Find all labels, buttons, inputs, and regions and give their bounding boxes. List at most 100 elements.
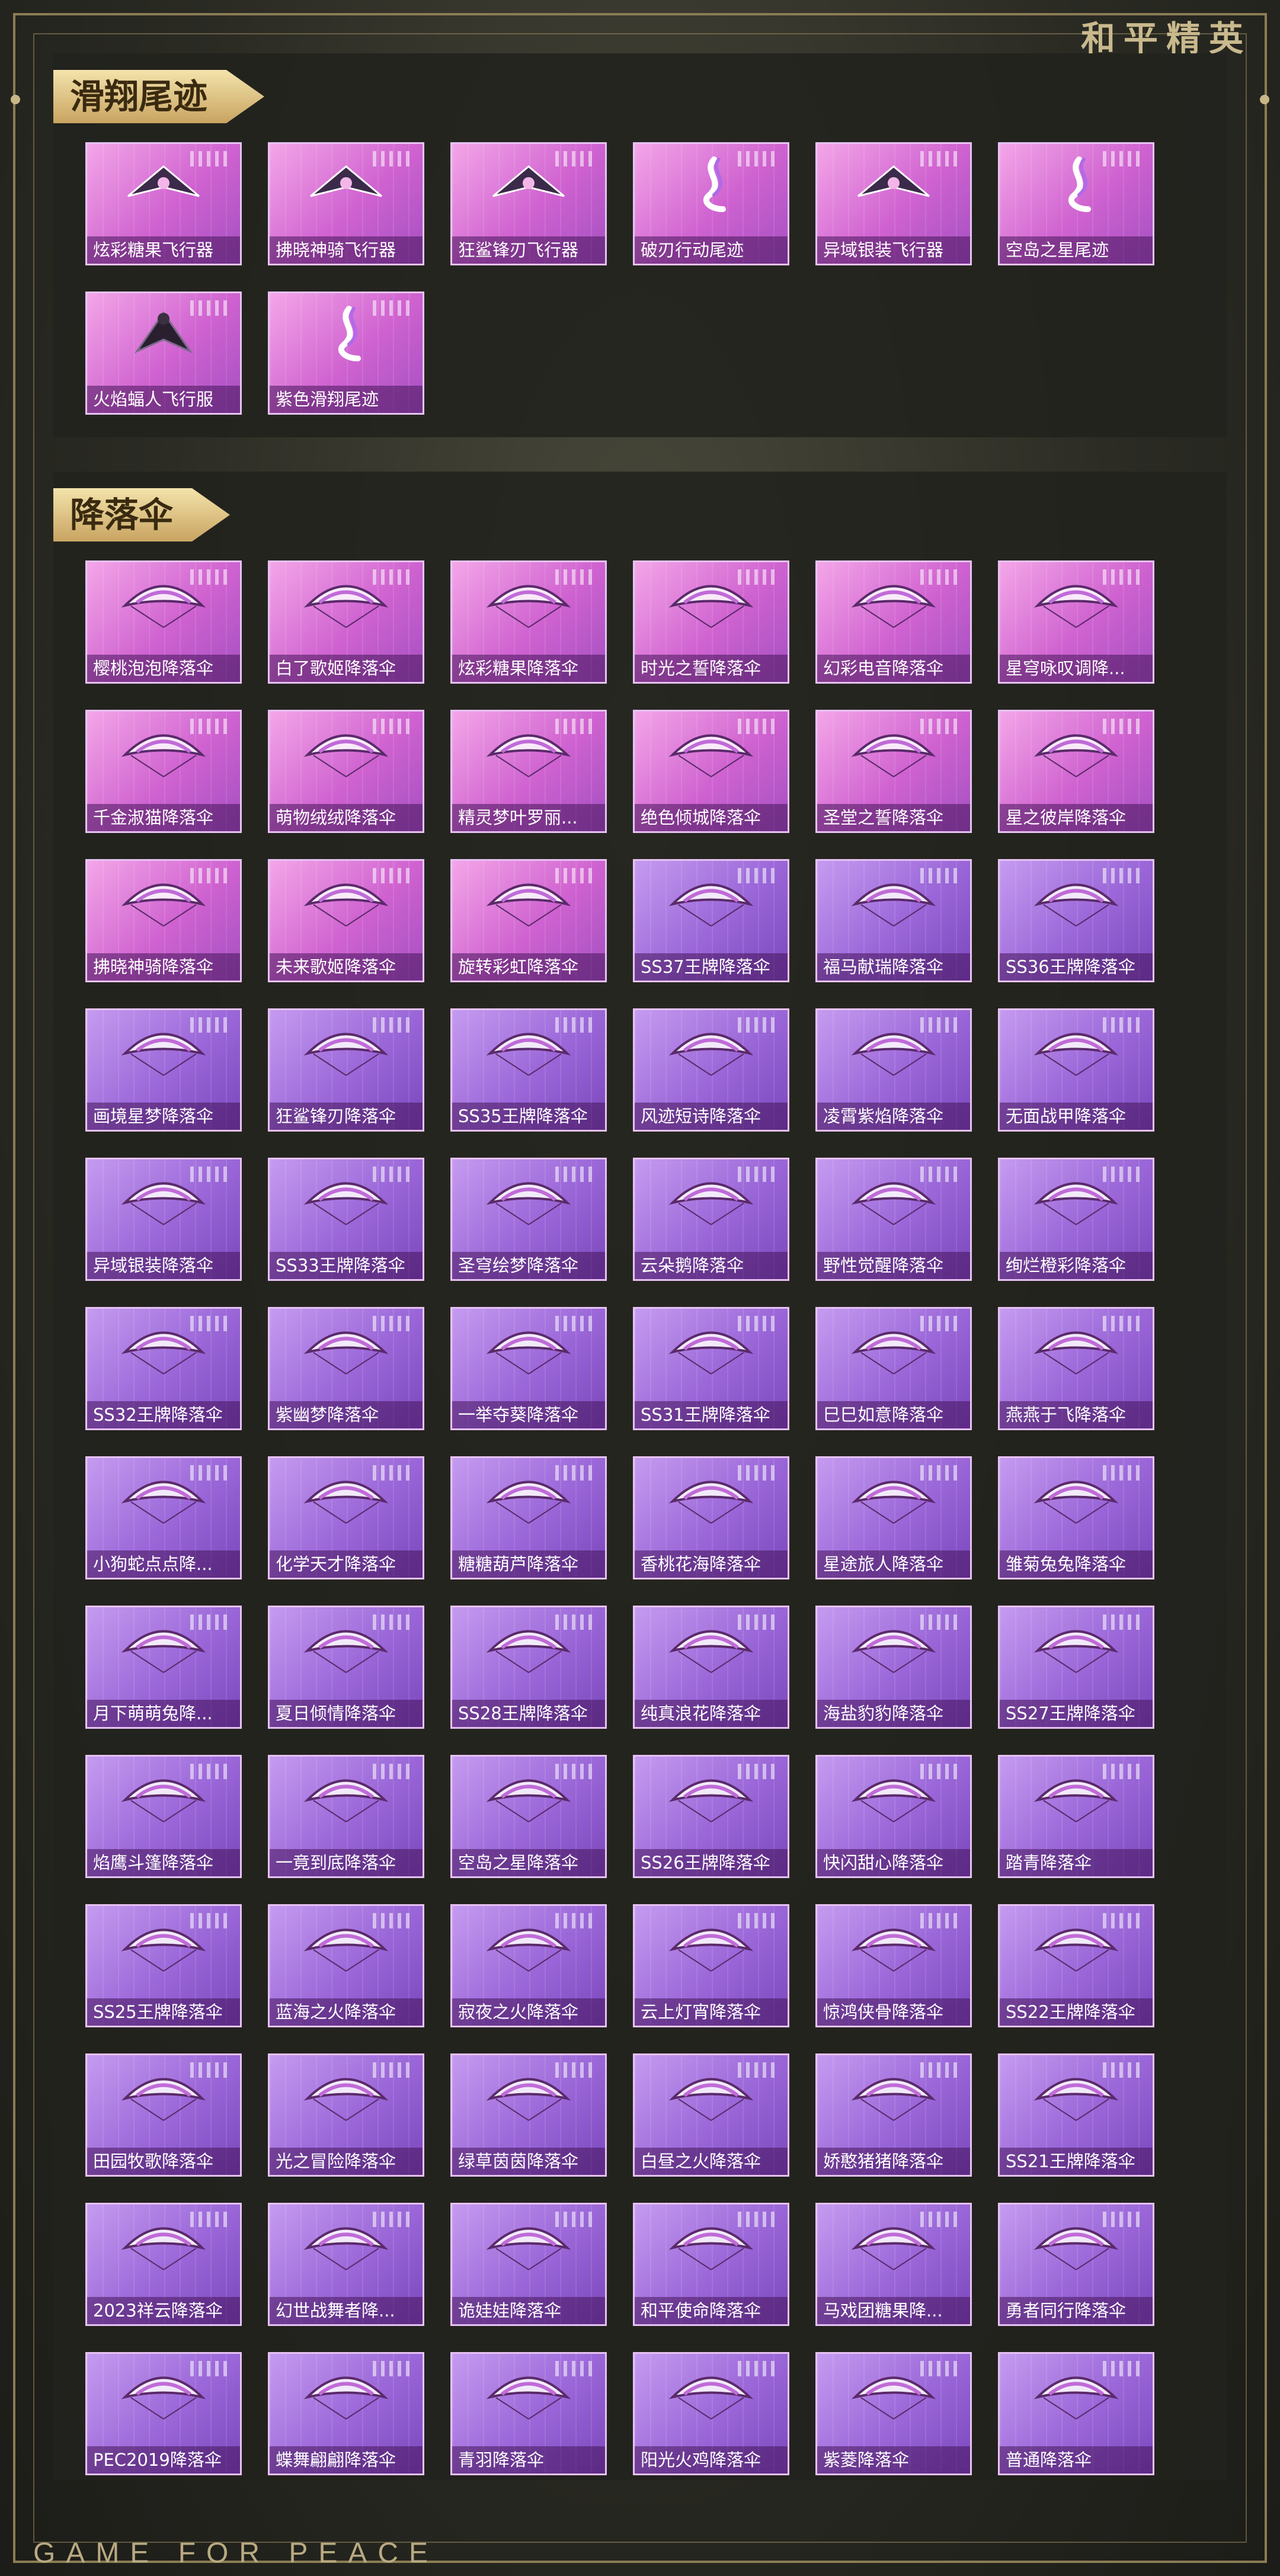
parachute-icon xyxy=(1032,722,1121,781)
item-card[interactable]: 紫菱降落伞 xyxy=(815,2352,972,2475)
parachute-icon xyxy=(302,1170,391,1229)
item-card[interactable]: 异域银装飞行器 xyxy=(815,142,972,265)
item-card[interactable]: 星途旅人降落伞 xyxy=(815,1456,972,1579)
item-card[interactable]: 马戏团糖果降... xyxy=(815,2203,972,2326)
item-card[interactable]: 香桃花海降落伞 xyxy=(633,1456,789,1579)
item-card[interactable]: 勇者同行降落伞 xyxy=(998,2203,1154,2326)
parachute-icon xyxy=(484,2066,573,2125)
parachute-icon xyxy=(119,1767,208,1827)
item-card[interactable]: 无面战甲降落伞 xyxy=(998,1008,1154,1132)
item-card[interactable]: 雏菊兔兔降落伞 xyxy=(998,1456,1154,1579)
item-card[interactable]: 普通降落伞 xyxy=(998,2352,1154,2475)
item-card[interactable]: SS22王牌降落伞 xyxy=(998,1904,1154,2027)
item-card[interactable]: 千金淑猫降落伞 xyxy=(85,710,242,833)
item-card[interactable]: 空岛之星降落伞 xyxy=(450,1755,607,1878)
item-card[interactable]: 异域银装降落伞 xyxy=(85,1158,242,1281)
item-card[interactable]: 快闪甜心降落伞 xyxy=(815,1755,972,1878)
item-card[interactable]: 狂鲨锋刃飞行器 xyxy=(450,142,607,265)
item-card[interactable]: 绿草茵茵降落伞 xyxy=(450,2053,607,2177)
item-card[interactable]: 绝色倾城降落伞 xyxy=(633,710,789,833)
item-name: 夏日倾情降落伞 xyxy=(270,1700,423,1727)
item-card[interactable]: 诡娃娃降落伞 xyxy=(450,2203,607,2326)
item-card[interactable]: 云朵鹅降落伞 xyxy=(633,1158,789,1281)
item-card[interactable]: 焰鹰斗篷降落伞 xyxy=(85,1755,242,1878)
item-card[interactable]: 糖糖葫芦降落伞 xyxy=(450,1456,607,1579)
item-card[interactable]: 精灵梦叶罗丽... xyxy=(450,710,607,833)
item-card[interactable]: 月下萌萌兔降... xyxy=(85,1606,242,1729)
item-card[interactable]: 拂晓神骑降落伞 xyxy=(85,859,242,982)
item-card[interactable]: 炫彩糖果降落伞 xyxy=(450,560,607,684)
item-card[interactable]: 野性觉醒降落伞 xyxy=(815,1158,972,1281)
item-card[interactable]: 凌霄紫焰降落伞 xyxy=(815,1008,972,1132)
item-card[interactable]: 星穹咏叹调降... xyxy=(998,560,1154,684)
item-card[interactable]: 樱桃泡泡降落伞 xyxy=(85,560,242,684)
item-card[interactable]: 燕燕于飞降落伞 xyxy=(998,1307,1154,1430)
parachute-icon xyxy=(849,722,938,781)
item-card[interactable]: 蝶舞翩翩降落伞 xyxy=(268,2352,424,2475)
item-card[interactable]: 一举夺葵降落伞 xyxy=(450,1307,607,1430)
item-card[interactable]: SS26王牌降落伞 xyxy=(633,1755,789,1878)
item-card[interactable]: SS25王牌降落伞 xyxy=(85,1904,242,2027)
item-card[interactable]: 拂晓神骑飞行器 xyxy=(268,142,424,265)
parachute-icon xyxy=(119,1618,208,1677)
item-card[interactable]: 幻世战舞者降... xyxy=(268,2203,424,2326)
item-card[interactable]: 紫色滑翔尾迹 xyxy=(268,291,424,415)
item-card[interactable]: 光之冒险降落伞 xyxy=(268,2053,424,2177)
parachute-icon xyxy=(302,2215,391,2274)
item-card[interactable]: SS32王牌降落伞 xyxy=(85,1307,242,1430)
item-card[interactable]: 星之彼岸降落伞 xyxy=(998,710,1154,833)
item-card[interactable]: 云上灯宵降落伞 xyxy=(633,1904,789,2027)
item-card[interactable]: SS27王牌降落伞 xyxy=(998,1606,1154,1729)
item-card[interactable]: SS35王牌降落伞 xyxy=(450,1008,607,1132)
item-card[interactable]: 圣堂之誓降落伞 xyxy=(815,710,972,833)
parachute-icon xyxy=(302,2066,391,2125)
item-card[interactable]: 时光之誓降落伞 xyxy=(633,560,789,684)
item-card[interactable]: SS37王牌降落伞 xyxy=(633,859,789,982)
item-card[interactable]: 化学天才降落伞 xyxy=(268,1456,424,1579)
item-card[interactable]: 阳光火鸡降落伞 xyxy=(633,2352,789,2475)
item-name: 小狗蛇点点降... xyxy=(87,1550,240,1578)
item-card[interactable]: 蓝海之火降落伞 xyxy=(268,1904,424,2027)
item-card[interactable]: 紫幽梦降落伞 xyxy=(268,1307,424,1430)
item-card[interactable]: 和平使命降落伞 xyxy=(633,2203,789,2326)
item-card[interactable]: SS31王牌降落伞 xyxy=(633,1307,789,1430)
item-card[interactable]: SS36王牌降落伞 xyxy=(998,859,1154,982)
item-card[interactable]: 小狗蛇点点降... xyxy=(85,1456,242,1579)
item-card[interactable]: 绚烂橙彩降落伞 xyxy=(998,1158,1154,1281)
item-card[interactable]: 萌物绒绒降落伞 xyxy=(268,710,424,833)
item-card[interactable]: SS21王牌降落伞 xyxy=(998,2053,1154,2177)
item-card[interactable]: 破刃行动尾迹 xyxy=(633,142,789,265)
item-card[interactable]: 圣穹绘梦降落伞 xyxy=(450,1158,607,1281)
item-card[interactable]: 夏日倾情降落伞 xyxy=(268,1606,424,1729)
item-name: 炫彩糖果降落伞 xyxy=(452,655,605,682)
item-card[interactable]: 田园牧歌降落伞 xyxy=(85,2053,242,2177)
item-card[interactable]: SS28王牌降落伞 xyxy=(450,1606,607,1729)
item-card[interactable]: 风迹短诗降落伞 xyxy=(633,1008,789,1132)
item-card[interactable]: 白了歌姬降落伞 xyxy=(268,560,424,684)
item-card[interactable]: 炫彩糖果飞行器 xyxy=(85,142,242,265)
item-name: SS25王牌降落伞 xyxy=(87,1998,240,2026)
item-card[interactable]: 巳巳如意降落伞 xyxy=(815,1307,972,1430)
item-name: 拂晓神骑降落伞 xyxy=(87,953,240,981)
item-card[interactable]: 未来歌姬降落伞 xyxy=(268,859,424,982)
item-card[interactable]: 海盐豹豹降落伞 xyxy=(815,1606,972,1729)
item-card[interactable]: 纯真浪花降落伞 xyxy=(633,1606,789,1729)
item-card[interactable]: 狂鲨锋刃降落伞 xyxy=(268,1008,424,1132)
item-card[interactable]: 福马献瑞降落伞 xyxy=(815,859,972,982)
item-card[interactable]: 踏青降落伞 xyxy=(998,1755,1154,1878)
item-card[interactable]: 惊鸿侠骨降落伞 xyxy=(815,1904,972,2027)
item-card[interactable]: PEC2019降落伞 xyxy=(85,2352,242,2475)
item-card[interactable]: 娇憨猪猪降落伞 xyxy=(815,2053,972,2177)
item-card[interactable]: SS33王牌降落伞 xyxy=(268,1158,424,1281)
item-card[interactable]: 幻彩电音降落伞 xyxy=(815,560,972,684)
item-card[interactable]: 青羽降落伞 xyxy=(450,2352,607,2475)
item-card[interactable]: 寂夜之火降落伞 xyxy=(450,1904,607,2027)
item-card[interactable]: 白昼之火降落伞 xyxy=(633,2053,789,2177)
item-card[interactable]: 2023祥云降落伞 xyxy=(85,2203,242,2326)
item-card[interactable]: 空岛之星尾迹 xyxy=(998,142,1154,265)
item-name: 普通降落伞 xyxy=(1000,2446,1153,2474)
item-card[interactable]: 画境星梦降落伞 xyxy=(85,1008,242,1132)
item-card[interactable]: 一竟到底降落伞 xyxy=(268,1755,424,1878)
item-card[interactable]: 火焰蝠人飞行服 xyxy=(85,291,242,415)
item-card[interactable]: 旋转彩虹降落伞 xyxy=(450,859,607,982)
